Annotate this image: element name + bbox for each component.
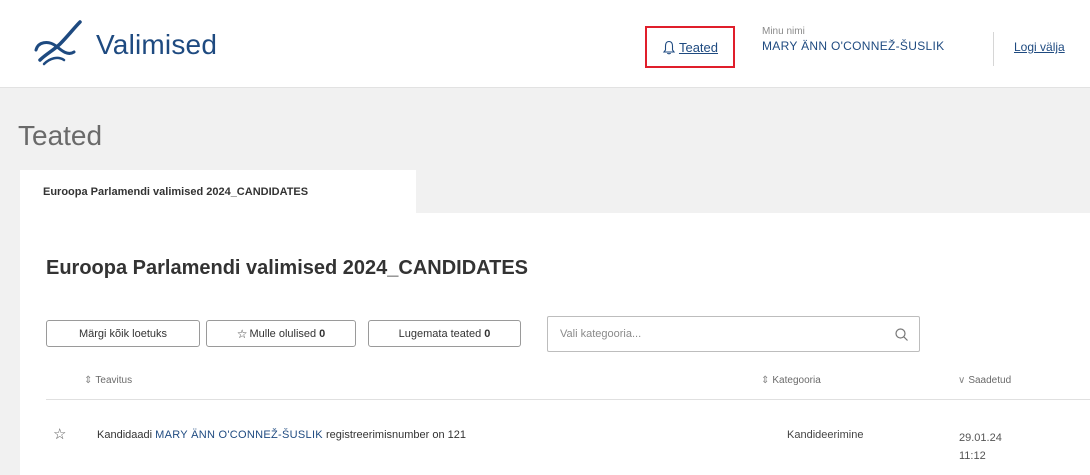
user-name: MARY ÄNN O'CONNEŽ-ŠUSLIK [762, 39, 945, 53]
star-icon: ☆ [236, 326, 248, 341]
important-count: 0 [319, 327, 326, 340]
section-title: Euroopa Parlamendi valimised 2024_CANDID… [46, 257, 529, 279]
sort-icon: ⇕ [761, 375, 770, 386]
important-filter-button[interactable]: ☆ Mulle olulised 0 [206, 320, 356, 347]
bell-icon [662, 40, 676, 54]
candidate-name-link[interactable]: MARY ÄNN O'CONNEŽ-ŠUSLIK [155, 429, 323, 441]
tab-election[interactable]: Euroopa Parlamendi valimised 2024_CANDID… [20, 170, 416, 213]
table-header-divider [46, 399, 1090, 400]
table-row[interactable]: ☆ Kandidaadi MARY ÄNN O'CONNEŽ-ŠUSLIK re… [20, 413, 1090, 475]
category-search-input[interactable] [548, 317, 868, 351]
column-sent-label: Saadetud [968, 375, 1012, 386]
logo[interactable]: Valimised [30, 20, 217, 70]
app-header: Valimised Teated Minu nimi MARY ÄNN O'CO… [0, 0, 1090, 88]
important-label: Mulle olulised [249, 327, 317, 340]
row-category: Kandideerimine [787, 429, 864, 441]
column-notification-label: Teavitus [95, 375, 133, 386]
mark-all-read-label: Märgi kõik loetuks [78, 327, 168, 340]
notification-message: Kandidaadi MARY ÄNN O'CONNEŽ-ŠUSLIK regi… [97, 429, 466, 441]
sort-icon: ⇕ [84, 375, 93, 386]
message-prefix: Kandidaadi [97, 429, 153, 441]
page-title: Teated [18, 120, 103, 151]
unread-filter-button[interactable]: Lugemata teated 0 [368, 320, 521, 347]
ballot-check-logo-icon [34, 20, 82, 66]
main-content: Euroopa Parlamendi valimised 2024_CANDID… [20, 213, 1090, 475]
row-time: 11:12 [959, 450, 986, 462]
notifications-link[interactable]: Teated [662, 40, 718, 55]
category-select[interactable] [547, 316, 920, 352]
column-header-sent[interactable]: ∨ Saadetud [958, 375, 1011, 386]
column-category-label: Kategooria [772, 375, 821, 386]
mark-all-read-button[interactable]: Märgi kõik loetuks [46, 320, 200, 347]
notifications-highlight: Teated [645, 26, 735, 68]
header-divider [993, 32, 994, 66]
logo-text: Valimised [96, 29, 218, 60]
logout-link[interactable]: Logi välja [1014, 40, 1065, 54]
search-icon[interactable] [894, 327, 909, 342]
star-icon[interactable]: ☆ [53, 425, 66, 443]
row-sent-date: 29.01.24 11:12 [959, 429, 1002, 465]
unread-count: 0 [484, 327, 491, 340]
unread-label: Lugemata teated [398, 327, 482, 340]
message-suffix: registreerimisnumber on 121 [326, 429, 467, 441]
notifications-label: Teated [678, 39, 719, 55]
sort-desc-icon: ∨ [958, 375, 966, 386]
user-block: Minu nimi MARY ÄNN O'CONNEŽ-ŠUSLIK [762, 26, 944, 53]
user-label: Minu nimi [762, 26, 805, 37]
row-date: 29.01.24 [959, 432, 1002, 444]
column-header-category[interactable]: ⇕ Kategooria [761, 375, 821, 386]
column-header-notification[interactable]: ⇕ Teavitus [84, 375, 132, 386]
